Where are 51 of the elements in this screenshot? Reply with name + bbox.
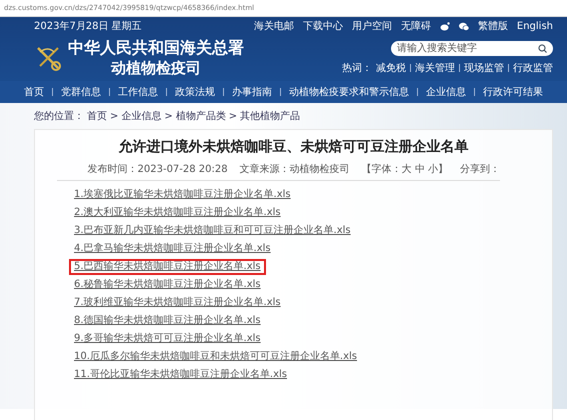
font-size-options[interactable]: 【字体：大 中 小】 (362, 162, 448, 176)
attachment-link[interactable]: 4.巴拿马输华未烘焙咖啡豆注册企业名单.xls (69, 241, 276, 257)
nav-item[interactable]: 企业信息 (426, 85, 466, 99)
hot-word-link[interactable]: 海关管理 (415, 61, 455, 75)
top-link[interactable]: 无障碍 (400, 19, 431, 33)
breadcrumb-separator: > (110, 110, 118, 122)
wechat-icon[interactable] (458, 22, 469, 30)
attachment-link[interactable]: 3.巴布亚新几内亚输华未烘焙咖啡豆和可可豆注册企业名单.xls (69, 223, 356, 239)
breadcrumb-link[interactable]: 其他植物产品 (240, 109, 300, 123)
share-label: 分享到： (460, 162, 500, 176)
search-icon[interactable] (538, 44, 547, 53)
nav-item[interactable]: 行政许可结果 (483, 85, 543, 99)
nav-item[interactable]: 办事指南 (232, 85, 272, 99)
nav-item[interactable]: 首页 (24, 85, 44, 99)
search-field[interactable]: 请输入搜索关键字 (391, 41, 553, 56)
top-link[interactable]: English (516, 20, 553, 32)
weibo-icon[interactable] (440, 22, 450, 30)
hot-words-label: 热词： (342, 62, 372, 75)
attachment-link[interactable]: 5.巴西输华未烘焙咖啡豆注册企业名单.xls (69, 259, 266, 275)
hot-word-link[interactable]: 现场监管 (464, 61, 504, 75)
breadcrumb-link[interactable]: 企业信息 (121, 109, 162, 123)
hot-word-link[interactable]: 减免税 (376, 61, 406, 75)
hot-word-link[interactable]: 行政监管 (513, 61, 553, 75)
attachment-link[interactable]: 9.多哥输华未烘焙可可豆注册企业名单.xls (69, 331, 266, 347)
top-link[interactable]: 用户空间 (352, 19, 392, 33)
site-title: 中华人民共和国海关总署 (68, 38, 244, 59)
nav-item[interactable]: 政策法规 (175, 85, 215, 99)
attachment-link[interactable]: 6.秘鲁输华未烘焙咖啡豆注册企业名单.xls (69, 277, 266, 293)
attachment-link[interactable]: 2.澳大利亚输华未烘焙咖啡豆注册企业名单.xls (69, 205, 286, 221)
logo-icon (34, 44, 62, 72)
date-text: 2023年7月28日 星期五 (34, 20, 142, 33)
breadcrumb-link[interactable]: 首页 (87, 109, 107, 123)
article-title: 允许进口境外未烘焙咖啡豆、未烘焙可可豆注册企业名单 (118, 138, 470, 156)
breadcrumb-separator: > (228, 110, 238, 122)
breadcrumb-separator: > (164, 110, 173, 122)
breadcrumb-link[interactable]: 植物产品类 (176, 109, 226, 123)
attachment-link[interactable]: 11.哥伦比亚输华未烘焙咖啡豆注册企业名单.xls (69, 367, 292, 383)
attachment-link[interactable]: 10.厄瓜多尔输华未烘焙咖啡豆和未烘焙可可豆注册企业名单.xls (69, 349, 362, 365)
article-source: 文章来源：动植物检疫司 (240, 162, 350, 176)
nav-item[interactable]: 工作信息 (118, 85, 158, 99)
publish-time: 发布时间：2023-07-28 20:28 (88, 162, 228, 176)
attachment-link[interactable]: 7.玻利维亚输华未烘焙咖啡豆注册企业名单.xls (69, 295, 286, 311)
nav-item[interactable]: 动植物检疫要求和警示信息 (289, 85, 409, 99)
top-link[interactable]: 繁體版 (478, 19, 508, 33)
site-subtitle: 动植物检疫司 (111, 59, 201, 78)
nav-item[interactable]: 党群信息 (61, 85, 101, 99)
attachment-link[interactable]: 8.德国输华未烘焙咖啡豆注册企业名单.xls (69, 313, 266, 329)
breadcrumb-label: 您的位置： (34, 110, 84, 123)
top-link[interactable]: 海关电邮 (254, 19, 294, 33)
attachment-link[interactable]: 1.埃塞俄比亚输华未烘焙咖啡豆注册企业名单.xls (69, 187, 296, 203)
top-link[interactable]: 下载中心 (302, 19, 343, 33)
